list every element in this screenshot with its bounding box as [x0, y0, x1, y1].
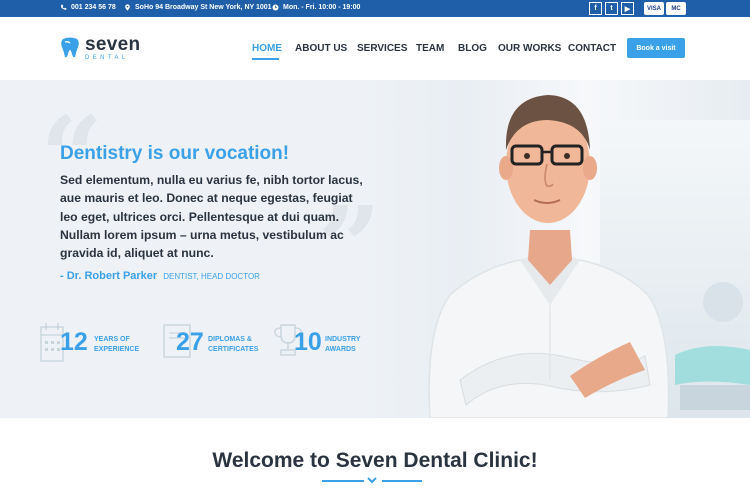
- site-logo[interactable]: seven DENTAL: [60, 34, 141, 61]
- facebook-icon[interactable]: f: [589, 2, 602, 15]
- logo-wordmark: seven: [85, 34, 141, 55]
- mastercard-icon: MC: [666, 2, 686, 15]
- welcome-title: Welcome to Seven Dental Clinic!: [212, 449, 538, 472]
- nav-blog[interactable]: BLOG: [458, 43, 487, 54]
- nav-home[interactable]: HOME: [252, 43, 282, 54]
- stat-diplomas-label: DIPLOMAS & CERTIFICATES: [208, 336, 259, 353]
- nav-services[interactable]: SERVICES: [357, 43, 407, 54]
- nav-our-works[interactable]: OUR WORKS: [498, 43, 561, 54]
- stat-diplomas-number: 27: [176, 328, 204, 356]
- hours-info: Mon. - Fri. 10:00 - 19:00: [272, 4, 360, 11]
- phone-icon: [60, 4, 67, 10]
- nav-active-underline: [252, 58, 279, 60]
- clock-icon: [272, 4, 279, 11]
- stat-awards-number: 10: [294, 328, 322, 356]
- chevron-down-icon: [367, 477, 377, 484]
- book-visit-button[interactable]: Book a visit: [627, 38, 685, 58]
- divider-left: [322, 480, 364, 482]
- logo-subtitle: DENTAL: [85, 55, 129, 61]
- hero-title: Dentistry is our vocation!: [60, 143, 290, 164]
- tooth-logo-icon: [61, 37, 79, 58]
- location-pin-icon: [125, 4, 130, 11]
- hero-section: “ ” Dentistry is our vocation! Sed eleme…: [0, 80, 750, 418]
- hero-quote-text: Sed elementum, nulla eu varius fe, nibh …: [60, 173, 363, 261]
- stat-years-label: YEARS OF EXPERIENCE: [94, 336, 140, 353]
- nav-team[interactable]: TEAM: [416, 43, 444, 54]
- top-info-bar: 001 234 56 78 SoHo 94 Broadway St New Yo…: [0, 0, 750, 17]
- phone-text: 001 234 56 78: [71, 4, 116, 11]
- address-text: SoHo 94 Broadway St New York, NY 1001: [135, 4, 272, 11]
- author-role: DENTIST, HEAD DOCTOR: [163, 272, 260, 281]
- doctor-photo: [428, 95, 670, 418]
- stat-awards-label: INDUSTRY AWARDS: [325, 336, 361, 353]
- nav-about-us[interactable]: ABOUT US: [295, 43, 347, 54]
- quote-author: - Dr. Robert Parker DENTIST, HEAD DOCTOR: [60, 270, 260, 282]
- address-info: SoHo 94 Broadway St New York, NY 1001: [124, 4, 272, 11]
- divider-right: [382, 480, 422, 482]
- main-header: seven DENTAL HOME ABOUT US SERVICES TEAM…: [0, 17, 750, 80]
- stat-years-number: 12: [60, 328, 88, 356]
- youtube-icon[interactable]: ▶: [621, 2, 634, 15]
- author-name: - Dr. Robert Parker: [60, 270, 158, 282]
- phone-info: 001 234 56 78: [60, 4, 116, 11]
- nav-contact[interactable]: CONTACT: [568, 43, 616, 54]
- twitter-icon[interactable]: t: [605, 2, 618, 15]
- visa-card-icon: VISA: [644, 2, 664, 15]
- hours-text: Mon. - Fri. 10:00 - 19:00: [283, 4, 361, 11]
